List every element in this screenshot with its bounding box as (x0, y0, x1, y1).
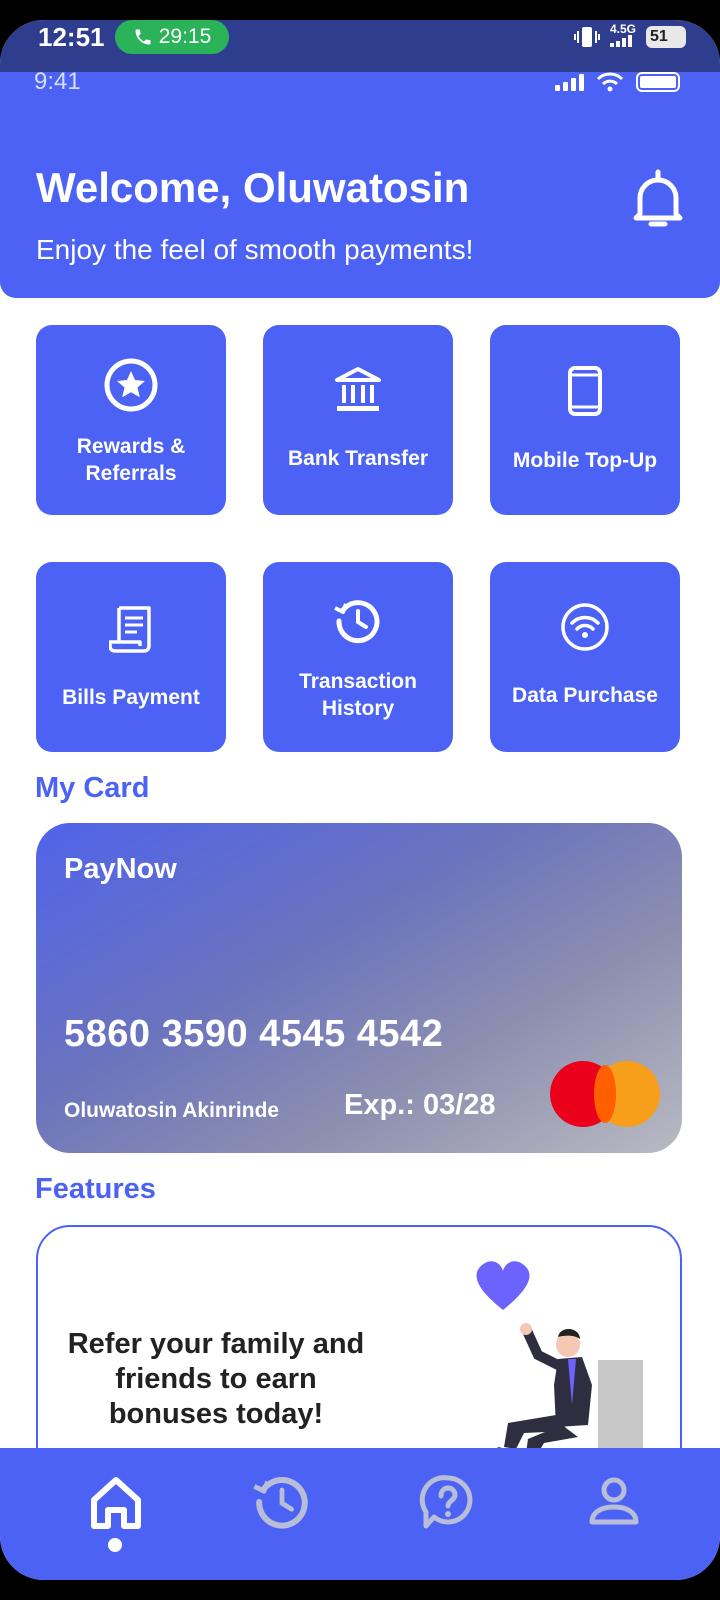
card-number: 5860 3590 4545 4542 (64, 1013, 444, 1055)
profile-icon (589, 1477, 639, 1525)
rewards-referrals-tile[interactable]: Rewards & Referrals (36, 325, 226, 515)
phone-icon (135, 29, 151, 45)
wifi-status-icon (596, 72, 624, 92)
card-holder-name: Oluwatosin Akinrinde (64, 1099, 280, 1122)
star-circle-icon (104, 358, 158, 412)
mobile-phone-icon (568, 366, 602, 416)
system-status-bar: 12:51 29:15 4.5G 51 (0, 20, 720, 72)
data-purchase-tile[interactable]: Data Purchase (490, 562, 680, 752)
card-brand: PayNow (64, 853, 177, 885)
network-type-indicator: 4.5G (609, 22, 636, 49)
tile-label: Bills Payment (62, 686, 200, 709)
card-expiry: Exp.: 03/28 (344, 1089, 496, 1121)
features-heading: Features (35, 1173, 156, 1205)
transaction-history-tile[interactable]: Transaction History (263, 562, 453, 752)
system-time: 12:51 (38, 22, 105, 52)
app-header: 9:41 Welcome, Oluwatosin Enjoy the feel … (0, 68, 720, 298)
payment-card[interactable]: PayNow 5860 3590 4545 4542 Oluwatosin Ak… (36, 823, 682, 1153)
tile-label: Rewards & Referrals (76, 435, 186, 485)
welcome-title: Welcome, Oluwatosin (36, 164, 470, 211)
network-type-label: 4.5G (609, 22, 636, 36)
battery-level: 51 (650, 27, 668, 45)
tile-label: Mobile Top-Up (512, 449, 658, 472)
nav-help[interactable] (418, 1472, 478, 1532)
receipt-icon (109, 606, 151, 653)
mock-status-time: 9:41 (34, 68, 81, 95)
history-icon (253, 1477, 308, 1529)
ongoing-call-pill[interactable]: 29:15 (115, 20, 229, 54)
welcome-subtitle: Enjoy the feel of smooth payments! (36, 234, 474, 265)
nav-profile[interactable] (584, 1472, 644, 1532)
tile-label: Bank Transfer (287, 447, 429, 470)
tile-label: Transaction History (299, 670, 417, 720)
home-icon (91, 1477, 141, 1529)
nav-history[interactable] (252, 1472, 312, 1532)
system-battery: 51 (646, 25, 686, 48)
active-nav-indicator (108, 1538, 122, 1552)
bills-payment-tile[interactable]: Bills Payment (36, 562, 226, 752)
referral-promo-text: Refer your family and friends to earn bo… (67, 1328, 365, 1430)
call-timer: 29:15 (158, 25, 212, 48)
bottom-navigation (0, 1448, 720, 1580)
mock-status-icons (555, 72, 680, 92)
nav-home[interactable] (86, 1472, 146, 1532)
wifi-icon (561, 603, 609, 651)
mobile-topup-tile[interactable]: Mobile Top-Up (490, 325, 680, 515)
history-icon (334, 600, 380, 644)
vibrate-icon (573, 26, 600, 47)
cellular-signal-icon (555, 73, 584, 91)
bank-icon (335, 367, 381, 411)
person-with-heart-illustration (476, 1261, 643, 1455)
mastercard-logo (550, 1061, 660, 1127)
tile-label: Data Purchase (512, 684, 658, 707)
bank-transfer-tile[interactable]: Bank Transfer (263, 325, 453, 515)
signal-icon (609, 35, 632, 47)
help-icon (419, 1475, 473, 1529)
battery-icon (636, 72, 680, 92)
notification-bell-icon[interactable] (630, 168, 686, 232)
my-card-heading: My Card (35, 772, 150, 804)
phone-screen: 12:51 29:15 4.5G 51 9:41 Welcome, Oluwat… (0, 20, 720, 1580)
